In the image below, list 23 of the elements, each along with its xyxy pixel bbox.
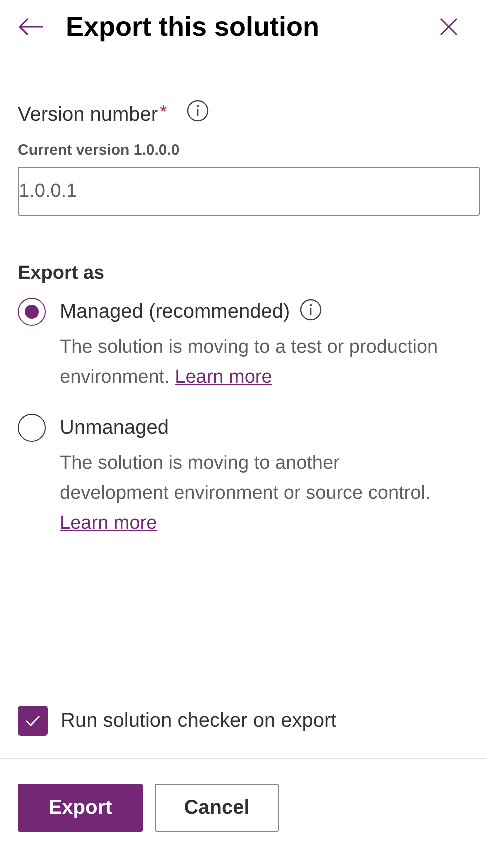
- info-icon[interactable]: [187, 100, 210, 122]
- learn-more-link[interactable]: Learn more: [60, 513, 158, 534]
- checkbox-label[interactable]: Run solution checker on export: [61, 710, 337, 732]
- field-label: Version number: [18, 104, 158, 126]
- radio-button[interactable]: [18, 298, 46, 326]
- option-description: The solution is moving to a test or production environment. Learn more: [60, 336, 440, 390]
- learn-more-link[interactable]: Learn more: [175, 367, 272, 388]
- required-mark: *: [160, 102, 168, 123]
- checkmark-icon: [25, 715, 41, 727]
- panel-title: Export this solution: [66, 12, 320, 42]
- section-label: Export as: [18, 263, 106, 285]
- export-button[interactable]: Export: [18, 784, 143, 832]
- option-label[interactable]: Unmanaged: [60, 416, 169, 440]
- close-icon[interactable]: [440, 18, 458, 36]
- option-description: The solution is moving to another development environment or source control. Learn more: [60, 452, 432, 536]
- back-arrow-icon[interactable]: [18, 17, 44, 37]
- cancel-button[interactable]: Cancel: [155, 784, 279, 832]
- version-input-field[interactable]: 1.0.0.1: [18, 167, 480, 216]
- option-label[interactable]: Managed (recommended): [60, 300, 290, 324]
- info-icon[interactable]: [300, 299, 322, 321]
- current-version-text: Current version 1.0.0.0: [18, 142, 181, 159]
- checkbox[interactable]: [18, 706, 48, 736]
- radio-button[interactable]: [18, 414, 46, 442]
